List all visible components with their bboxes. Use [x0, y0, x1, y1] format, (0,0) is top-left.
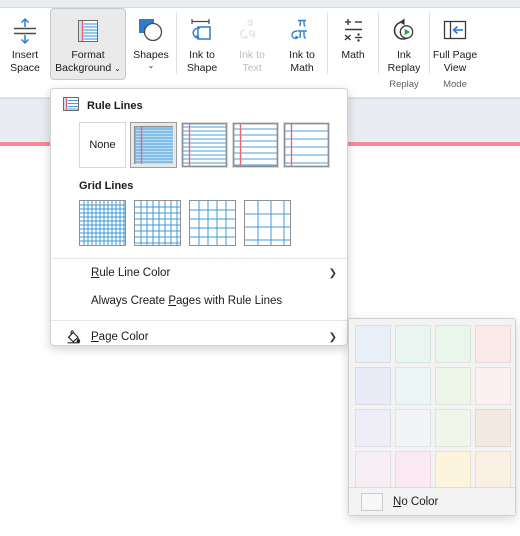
- insert-space-button[interactable]: Insert Space: [0, 8, 50, 80]
- ribbon-group-replay: Ink Replay Replay: [379, 8, 429, 90]
- swatch-violet-lighter[interactable]: [355, 409, 391, 447]
- menu-item-rule-line-color[interactable]: Rule Line Color ❯: [51, 259, 347, 287]
- window-top-strip: [0, 0, 520, 8]
- ribbon-group-label: Mode: [443, 79, 467, 90]
- ink-replay-label: Ink Replay: [387, 49, 421, 74]
- ribbon-group-main0: Insert Space Format Background ⌄ Shapes ⌄: [0, 8, 176, 90]
- rule-lines-wide-preview: [284, 123, 329, 167]
- swatch-green-light[interactable]: [435, 325, 471, 363]
- rule-lines-standard-preview: [233, 123, 278, 167]
- ink-to-math-label: Ink to Math: [289, 49, 315, 74]
- no-color-label: No Color: [393, 495, 439, 508]
- rule-lines-options: None: [51, 114, 347, 168]
- no-color-swatch: [361, 492, 383, 511]
- rule-lines-title: Rule Lines: [87, 99, 143, 112]
- rule-lines-narrow[interactable]: [130, 122, 177, 168]
- menu-item-always-create-pages[interactable]: Always Create Pages with Rule Lines: [51, 287, 347, 315]
- insert-space-label: Insert Space: [10, 49, 40, 74]
- swatch-peach[interactable]: [475, 451, 511, 489]
- color-swatch-grid: [349, 319, 515, 489]
- swatch-blue-light[interactable]: [355, 325, 391, 363]
- ribbon-group-label: Replay: [389, 79, 419, 90]
- ink-to-math-icon: [287, 16, 317, 46]
- shapes-button[interactable]: Shapes ⌄: [126, 8, 176, 80]
- swatch-tan[interactable]: [475, 409, 511, 447]
- swatch-green-lighter[interactable]: [435, 367, 471, 405]
- format-background-menu: Rule Lines None Grid Lines Rule Line Col…: [50, 88, 348, 346]
- no-color-row[interactable]: No Color: [349, 487, 515, 515]
- chevron-right-icon: ❯: [328, 267, 337, 279]
- swatch-blue-lighter[interactable]: [355, 367, 391, 405]
- rule-lines-icon: [63, 97, 79, 114]
- swatch-cyan-light[interactable]: [395, 325, 431, 363]
- math-button[interactable]: Math: [328, 8, 378, 80]
- ribbon-group-main2: Math: [328, 8, 378, 90]
- swatch-pink[interactable]: [395, 451, 431, 489]
- menu-divider-2: [51, 320, 347, 321]
- rule-line-color-label: Rule Line Color: [91, 267, 171, 279]
- grid-lines-title: Grid Lines: [79, 180, 134, 192]
- full-page-view-button[interactable]: Full Page View: [430, 8, 480, 80]
- math-icon: [338, 16, 368, 46]
- ink-to-shape-label: Ink to Shape: [186, 49, 218, 74]
- page-color-label: Page Color: [91, 331, 149, 343]
- ink-replay-icon: [389, 16, 419, 46]
- grid-lines-medium[interactable]: [134, 200, 181, 246]
- page-color-flyout: No Color: [348, 318, 516, 516]
- grid-lines-very-large[interactable]: [244, 200, 291, 246]
- rule-lines-narrow-preview: [134, 126, 173, 164]
- ribbon: Insert Space Format Background ⌄ Shapes ⌄ I…: [0, 8, 520, 98]
- always-create-pages-label: Always Create Pages with Rule Lines: [91, 295, 283, 307]
- swatch-lavender[interactable]: [355, 451, 391, 489]
- grid-lines-options: [51, 192, 347, 246]
- ribbon-group-main1: Ink to Shape Ink to Text Ink to Math: [177, 8, 327, 90]
- rule-lines-none[interactable]: None: [79, 122, 126, 168]
- grid-lines-section-header: Grid Lines: [51, 168, 347, 192]
- format-background-button[interactable]: Format Background ⌄: [50, 8, 126, 80]
- full-page-view-label: Full Page View: [432, 49, 478, 74]
- chevron-down-icon[interactable]: ⌄: [114, 64, 121, 73]
- ribbon-group-mode: Full Page View Mode: [430, 8, 480, 90]
- swatch-red-lighter[interactable]: [475, 367, 511, 405]
- rule-lines-college-preview: [182, 123, 227, 167]
- ink-to-text-icon: [237, 16, 267, 46]
- math-label: Math: [341, 49, 365, 61]
- insert-space-icon: [10, 16, 40, 46]
- ink-replay-button[interactable]: Ink Replay: [379, 8, 429, 80]
- chevron-right-icon-2: ❯: [328, 331, 337, 343]
- format-background-icon: [73, 16, 103, 46]
- rule-lines-wide[interactable]: [283, 122, 330, 168]
- swatch-cyan-lighter[interactable]: [395, 367, 431, 405]
- chevron-down-icon[interactable]: ⌄: [133, 61, 169, 70]
- swatch-lime-lighter[interactable]: [435, 409, 471, 447]
- ink-to-text-button: Ink to Text: [227, 8, 277, 80]
- rule-lines-none-label: None: [89, 139, 116, 151]
- ink-to-math-button[interactable]: Ink to Math: [277, 8, 327, 80]
- rule-lines-standard[interactable]: [232, 122, 279, 168]
- swatch-yellow[interactable]: [435, 451, 471, 489]
- rule-lines-section-header: Rule Lines: [51, 89, 347, 114]
- swatch-red-light[interactable]: [475, 325, 511, 363]
- format-background-label: Format Background ⌄: [55, 49, 121, 74]
- menu-item-page-color[interactable]: Page Color ❯: [51, 323, 347, 351]
- grid-lines-small[interactable]: [79, 200, 126, 246]
- ink-to-shape-icon: [187, 16, 217, 46]
- rule-lines-college[interactable]: [181, 122, 228, 168]
- full-page-view-icon: [440, 16, 470, 46]
- ink-to-text-label: Ink to Text: [239, 49, 265, 74]
- shapes-icon: [136, 16, 166, 46]
- shapes-label: Shapes ⌄: [133, 49, 169, 70]
- swatch-gray-lighter[interactable]: [395, 409, 431, 447]
- grid-lines-large[interactable]: [189, 200, 236, 246]
- ink-to-shape-button[interactable]: Ink to Shape: [177, 8, 227, 80]
- paint-bucket-icon: [63, 329, 83, 345]
